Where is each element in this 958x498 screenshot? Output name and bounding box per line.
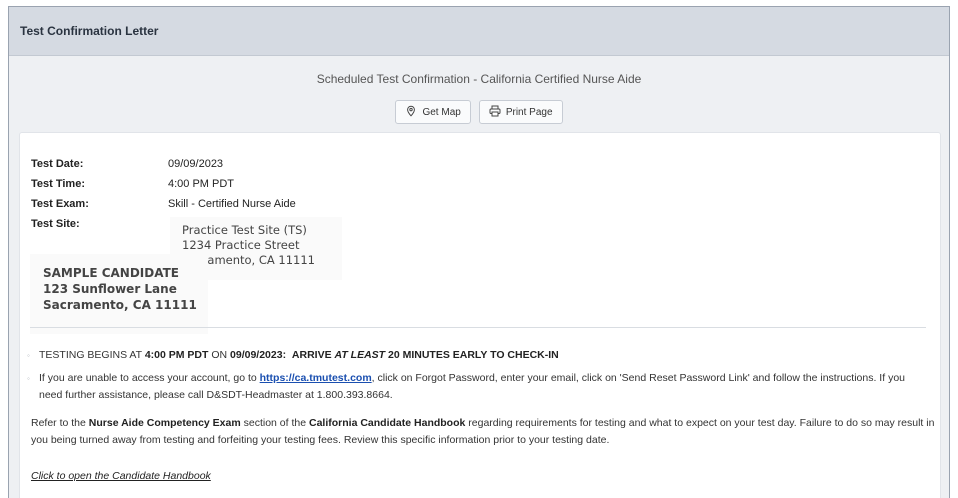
notice-at-least: AT LEAST	[334, 349, 386, 361]
paragraph-text: Refer to the	[31, 417, 89, 429]
candidate-street: 123 Sunflower Lane	[43, 282, 177, 296]
panel-title: Test Confirmation Letter	[20, 24, 159, 38]
confirmation-panel: Test Confirmation Letter Scheduled Test …	[8, 6, 950, 498]
notice-date: 09/09/2023:	[230, 349, 287, 361]
candidate-name: SAMPLE CANDIDATE	[43, 266, 179, 280]
candidate-handbook-link[interactable]: Click to open the Candidate Handbook	[31, 470, 211, 482]
test-time-label: Test Time:	[31, 178, 85, 190]
paragraph-exam-name: Nurse Aide Competency Exam	[88, 417, 241, 429]
paragraph-text-section: section of the	[240, 417, 309, 429]
test-site-label: Test Site:	[31, 218, 80, 230]
notice-text-on: ON	[208, 349, 231, 361]
testing-time-notice: TESTING BEGINS AT 4:00 PM PDT ON 09/09/2…	[27, 347, 919, 364]
test-date-value: 09/09/2023	[168, 158, 224, 170]
notice-text: TESTING BEGINS AT	[39, 349, 145, 361]
notice-time: 4:00 PM PDT	[144, 349, 209, 361]
tmutest-link[interactable]: https://ca.tmutest.com	[260, 372, 372, 384]
print-page-button[interactable]: Print Page	[478, 100, 563, 124]
print-page-label: Print Page	[505, 106, 553, 118]
panel-header: Test Confirmation Letter	[9, 7, 949, 56]
test-time-value: 4:00 PM PDT	[168, 178, 235, 190]
handbook-paragraph: Refer to the Nurse Aide Competency Exam …	[31, 415, 936, 449]
site-name: Practice Test Site (TS)	[182, 223, 307, 237]
page-subtitle: Scheduled Test Confirmation - California…	[316, 72, 642, 86]
test-exam-label: Test Exam:	[31, 198, 89, 210]
notice-early: 20 MINUTES EARLY TO CHECK-IN	[385, 349, 559, 361]
printer-icon	[489, 105, 501, 120]
get-map-label: Get Map	[422, 106, 461, 118]
account-access-notice: If you are unable to access your account…	[27, 370, 919, 404]
candidate-city: Sacramento, CA 11111	[43, 298, 197, 312]
map-pin-icon	[405, 105, 417, 120]
account-text: If you are unable to access your account…	[39, 372, 260, 384]
letter-card: Test Date: 09/09/2023 Test Time: 4:00 PM…	[19, 132, 941, 498]
section-divider	[30, 327, 926, 328]
candidate-address: SAMPLE CANDIDATE 123 Sunflower Lane Sacr…	[30, 254, 208, 334]
paragraph-handbook-name: California Candidate Handbook	[309, 417, 466, 429]
notice-arrive: ARRIVE	[291, 349, 335, 361]
test-exam-value: Skill - Certified Nurse Aide	[168, 198, 296, 210]
action-bar: Get Map Print Page	[9, 100, 949, 124]
get-map-button[interactable]: Get Map	[395, 100, 471, 124]
test-date-label: Test Date:	[31, 158, 84, 170]
site-street: 1234 Practice Street	[182, 238, 300, 252]
